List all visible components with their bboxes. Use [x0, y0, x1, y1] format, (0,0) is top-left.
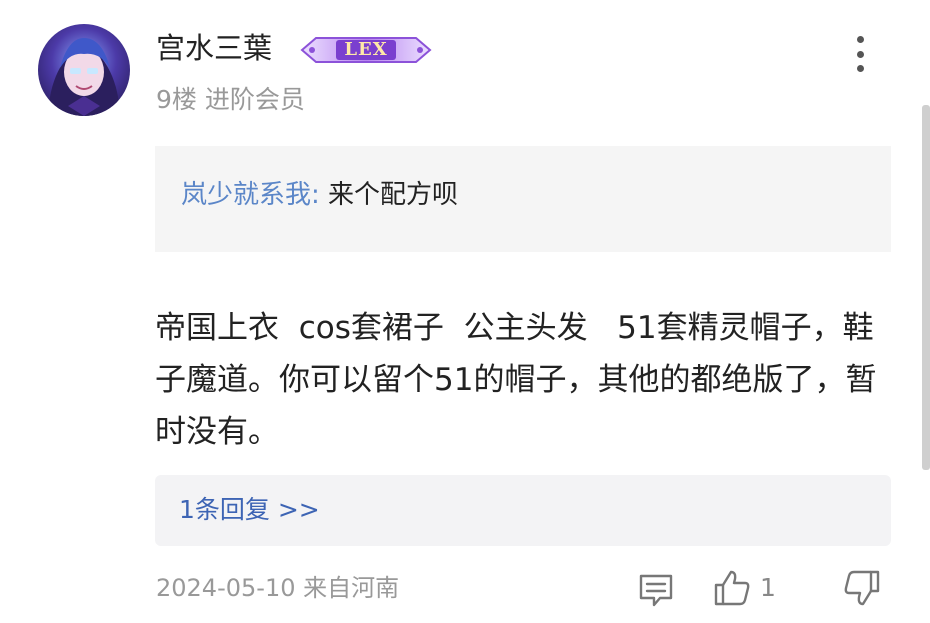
- post-date-location: 2024-05-10 来自河南: [156, 574, 400, 602]
- username[interactable]: 宫水三葉: [156, 28, 272, 68]
- quoted-comment[interactable]: 岚少就系我: 来个配方呗: [155, 146, 891, 252]
- avatar[interactable]: [38, 24, 130, 116]
- replies-box[interactable]: 1条回复 >>: [155, 475, 891, 546]
- like-button[interactable]: 1: [712, 568, 784, 608]
- more-vertical-icon: [856, 36, 864, 43]
- quote-author[interactable]: 岚少就系我:: [181, 180, 320, 210]
- scrollbar[interactable]: [922, 105, 930, 470]
- avatar-image: [48, 38, 120, 116]
- quote-text: 来个配方呗: [328, 180, 459, 210]
- comment-icon: [639, 574, 673, 607]
- post-content: 帝国上衣 cos套裙子 公主头发 51套精灵帽子，鞋子魔道。你可以留个51的帽子…: [155, 310, 877, 450]
- member-level: 进阶会员: [204, 85, 305, 114]
- floor-number: 9楼: [156, 85, 197, 114]
- comment-button[interactable]: [636, 570, 676, 610]
- more-options-button[interactable]: [842, 32, 878, 76]
- badge-text: LEX: [344, 39, 388, 60]
- like-count: 1: [760, 573, 776, 602]
- view-replies-link[interactable]: 1条回复 >>: [179, 492, 320, 528]
- post-meta: 9楼 进阶会员: [156, 82, 305, 118]
- level-badge: LEX: [298, 34, 434, 66]
- thumbs-up-icon: [714, 570, 750, 606]
- dislike-button[interactable]: [842, 568, 882, 608]
- thumbs-down-icon: [844, 570, 880, 606]
